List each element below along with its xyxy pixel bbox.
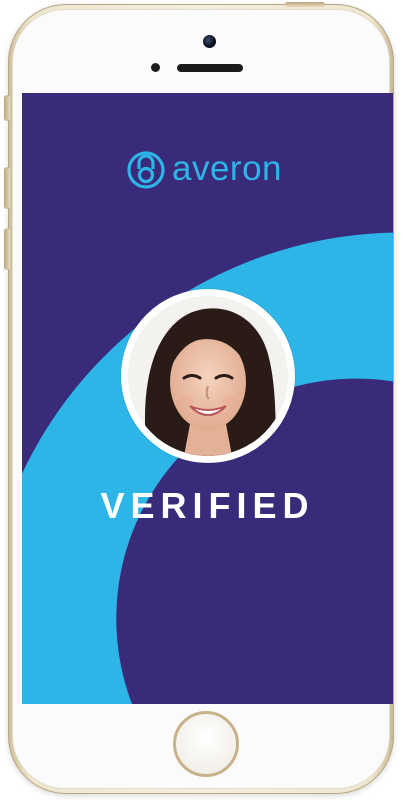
home-button[interactable] xyxy=(173,711,239,777)
averon-logo: averon xyxy=(126,147,282,191)
profile-avatar xyxy=(121,289,295,463)
earpiece-speaker xyxy=(177,64,243,72)
volume-up-button xyxy=(4,167,10,209)
phone-mockup: averon VERIFIED xyxy=(0,0,403,801)
proximity-sensor xyxy=(151,63,160,72)
app-screen: averon VERIFIED xyxy=(22,93,393,704)
user-portrait xyxy=(128,296,288,456)
front-camera xyxy=(203,35,216,48)
lock-ring-icon xyxy=(127,151,165,189)
logo-wordmark: averon xyxy=(172,149,283,188)
mute-switch xyxy=(4,95,10,121)
volume-down-button xyxy=(4,228,10,270)
power-button xyxy=(285,2,325,7)
verification-status: VERIFIED xyxy=(100,485,315,526)
